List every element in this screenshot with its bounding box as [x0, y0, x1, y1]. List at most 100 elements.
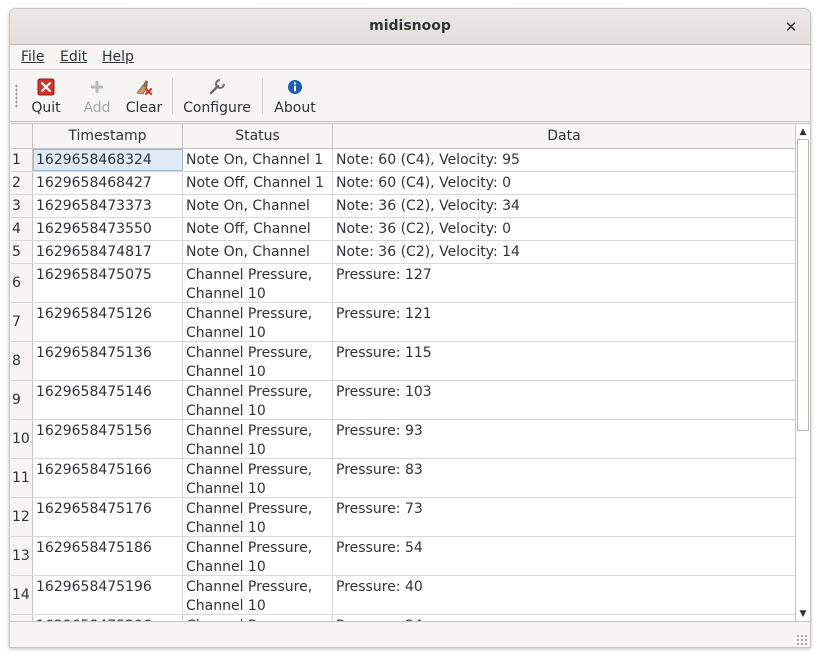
table-header: Timestamp Status Data	[11, 124, 795, 149]
cell-timestamp[interactable]: 1629658475075	[33, 264, 183, 302]
menu-help-label: Help	[102, 49, 134, 65]
cell-data[interactable]: Pressure: 54	[333, 537, 795, 575]
cell-data[interactable]: Note: 36 (C2), Velocity: 14	[333, 241, 795, 263]
cell-status[interactable]: Channel Pressure, Channel 10	[183, 498, 333, 536]
clear-label: Clear	[125, 100, 163, 116]
row-number[interactable]: 12	[11, 498, 33, 536]
quit-label: Quit	[31, 100, 61, 116]
about-button[interactable]: About	[273, 74, 317, 120]
vertical-scrollbar[interactable]: ▲ ▼	[795, 124, 810, 621]
add-label: Add	[83, 100, 111, 116]
cell-data[interactable]: Note: 36 (C2), Velocity: 34	[333, 195, 795, 217]
row-number[interactable]: 2	[11, 172, 33, 194]
cell-data[interactable]: Pressure: 93	[333, 420, 795, 458]
cell-data[interactable]: Pressure: 40	[333, 576, 795, 614]
table-row[interactable]: 51629658474817Note On, Channel 10Note: 3…	[11, 241, 795, 264]
cell-timestamp[interactable]: 1629658468427	[33, 172, 183, 194]
close-button[interactable]: ✕	[780, 16, 802, 38]
cell-status[interactable]: Channel Pressure, Channel 10	[183, 264, 333, 302]
cell-status[interactable]: Channel Pressure, Channel 10	[183, 342, 333, 380]
scrollbar-thumb[interactable]	[797, 139, 809, 431]
cell-data[interactable]: Note: 60 (C4), Velocity: 0	[333, 172, 795, 194]
quit-button[interactable]: Quit	[30, 74, 62, 120]
cell-data[interactable]: Pressure: 127	[333, 264, 795, 302]
window-title: midisnoop	[369, 18, 451, 34]
scroll-down-arrow-icon[interactable]: ▼	[796, 607, 810, 621]
cell-status[interactable]: Channel Pressure, Channel 10	[183, 576, 333, 614]
cell-status[interactable]: Channel Pressure, Channel 10	[183, 459, 333, 497]
table-row[interactable]: 8 1629658475136 Channel Pressure, Channel …	[11, 342, 795, 381]
cell-status[interactable]: Note On, Channel 10	[183, 241, 333, 263]
cell-data[interactable]: Pressure: 83	[333, 459, 795, 497]
cell-timestamp[interactable]: 1629658475166	[33, 459, 183, 497]
quit-icon	[30, 76, 62, 98]
menu-file[interactable]: File	[21, 49, 44, 65]
cell-data[interactable]: Note: 36 (C2), Velocity: 0	[333, 218, 795, 240]
row-number[interactable]: 1	[11, 149, 33, 171]
table-row[interactable]: 1 1629658468324 Note On, Channel 1 Note: 60…	[11, 149, 795, 172]
cell-timestamp[interactable]: 1629658475196	[33, 576, 183, 614]
table-row[interactable]: 41629658473550Note Off, Channel 10Note: …	[11, 218, 795, 241]
table-row[interactable]: 11 1629658475166 Channel Pressure, Channel…	[11, 459, 795, 498]
cell-timestamp[interactable]: 1629658475176	[33, 498, 183, 536]
cell-timestamp[interactable]: 1629658475156	[33, 420, 183, 458]
cell-data[interactable]: Note: 60 (C4), Velocity: 95	[333, 149, 795, 171]
cell-timestamp[interactable]: 1629658475146	[33, 381, 183, 419]
cell-data[interactable]: Pressure: 121	[333, 303, 795, 341]
row-number[interactable]: 13	[11, 537, 33, 575]
table-row[interactable]: 13 1629658475186 Channel Pressure, Channel…	[11, 537, 795, 576]
table-row[interactable]: 12 1629658475176 Channel Pressure, Channel…	[11, 498, 795, 537]
corner-header[interactable]	[11, 124, 33, 148]
cell-data[interactable]: Pressure: 103	[333, 381, 795, 419]
cell-timestamp[interactable]: 1629658475136	[33, 342, 183, 380]
cell-data[interactable]: Pressure: 73	[333, 498, 795, 536]
menu-edit[interactable]: Edit	[60, 49, 87, 65]
cell-status[interactable]: Channel Pressure, Channel 10	[183, 381, 333, 419]
cell-status[interactable]: Channel Pressure, Channel 10	[183, 420, 333, 458]
configure-button[interactable]: Configure	[183, 74, 251, 120]
menu-edit-label: Edit	[60, 49, 88, 65]
table-row[interactable]: 7 1629658475126 Channel Pressure, Channel …	[11, 303, 795, 342]
row-number[interactable]: 5	[11, 241, 33, 263]
toolbar-grip[interactable]	[15, 84, 18, 108]
row-number[interactable]: 4	[11, 218, 33, 240]
cell-status[interactable]: Channel Pressure, Channel 10	[183, 303, 333, 341]
cell-status[interactable]: Note On, Channel 1	[183, 149, 333, 171]
cell-timestamp[interactable]: 1629658474817	[33, 241, 183, 263]
cell-status[interactable]: Note On, Channel 10	[183, 195, 333, 217]
row-number[interactable]: 8	[11, 342, 33, 380]
cell-status[interactable]: Note Off, Channel 1	[183, 172, 333, 194]
table-row[interactable]: 2 1629658468427 Note Off, Channel 1 Note: 6…	[11, 172, 795, 195]
row-number[interactable]: 3	[11, 195, 33, 217]
title-bar[interactable]: midisnoop ✕	[10, 9, 810, 45]
scroll-up-arrow-icon[interactable]: ▲	[796, 125, 810, 139]
table-row[interactable]: 14 1629658475196 Channel Pressure, Channel…	[11, 576, 795, 615]
table-row[interactable]: 31629658473373Note On, Channel 10Note: 3…	[11, 195, 795, 218]
add-button[interactable]: Add	[80, 74, 114, 120]
cell-timestamp[interactable]: 1629658475186	[33, 537, 183, 575]
row-number[interactable]: 9	[11, 381, 33, 419]
row-number[interactable]: 10	[11, 420, 33, 458]
column-header-timestamp[interactable]: Timestamp	[33, 124, 183, 148]
menu-help[interactable]: Help	[102, 49, 134, 65]
cell-status[interactable]: Note Off, Channel 10	[183, 218, 333, 240]
row-number[interactable]: 7	[11, 303, 33, 341]
cell-timestamp[interactable]: 1629658475126	[33, 303, 183, 341]
resize-grip[interactable]	[796, 634, 808, 646]
cell-timestamp[interactable]: 1629658468324	[33, 149, 183, 171]
table-row[interactable]: 10 1629658475156 Channel Pressure, Channel…	[11, 420, 795, 459]
cell-data[interactable]: Pressure: 115	[333, 342, 795, 380]
column-header-data[interactable]: Data	[333, 124, 795, 148]
clear-button[interactable]: Clear	[125, 74, 163, 120]
table-row[interactable]: 6 1629658475075 Channel Pressure, Channel …	[11, 264, 795, 303]
cell-timestamp[interactable]: 1629658473373	[33, 195, 183, 217]
row-number[interactable]: 6	[11, 264, 33, 302]
cell-timestamp[interactable]: 1629658473550	[33, 218, 183, 240]
row-number[interactable]: 14	[11, 576, 33, 614]
add-icon	[80, 76, 114, 98]
row-number[interactable]: 11	[11, 459, 33, 497]
cell-status[interactable]: Channel Pressure, Channel 10	[183, 537, 333, 575]
about-icon	[273, 76, 317, 98]
table-row[interactable]: 9 1629658475146 Channel Pressure, Channel …	[11, 381, 795, 420]
column-header-status[interactable]: Status	[183, 124, 333, 148]
